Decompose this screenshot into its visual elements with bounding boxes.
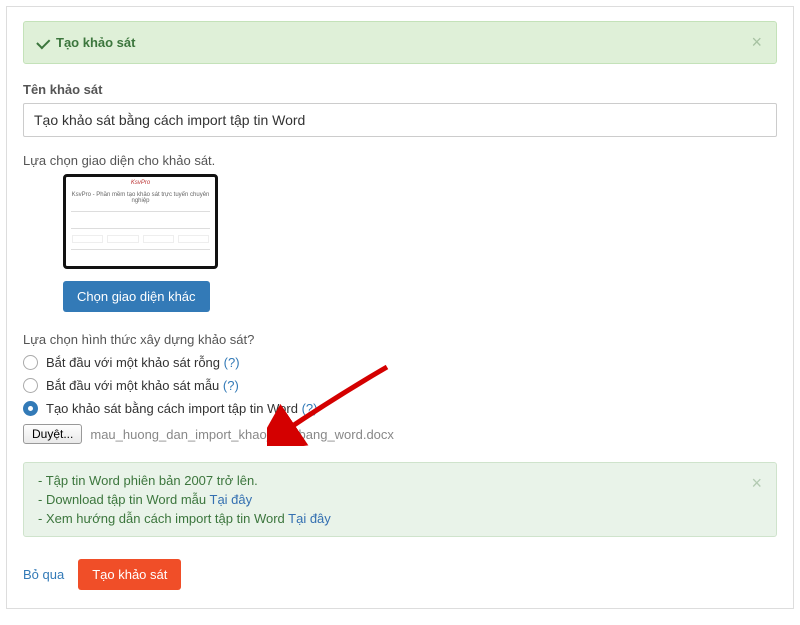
survey-name-input[interactable] (23, 103, 777, 137)
radio-template-survey[interactable] (23, 378, 38, 393)
info-line-3: - Xem hướng dẫn cách import tập tin Word… (38, 511, 331, 526)
alert-title: Tạo khảo sát (56, 35, 135, 50)
alert-success: Tạo khảo sát × (23, 21, 777, 64)
radio-empty-label: Bắt đầu với một khảo sát rỗng (?) (46, 355, 240, 370)
choose-template-button[interactable]: Chọn giao diện khác (63, 281, 210, 312)
create-survey-button[interactable]: Tạo khảo sát (78, 559, 181, 590)
radio-import-label: Tạo khảo sát bằng cách import tập tin Wo… (46, 401, 317, 416)
radio-empty-survey[interactable] (23, 355, 38, 370)
check-icon (36, 35, 50, 49)
browse-button[interactable]: Duyệt... (23, 424, 82, 444)
info-line-2: - Download tập tin Word mẫu Tại đây (38, 492, 331, 507)
radio-template-label: Bắt đầu với một khảo sát mẫu (?) (46, 378, 239, 393)
survey-name-label: Tên khảo sát (23, 82, 777, 97)
help-link-empty[interactable]: (?) (224, 355, 240, 370)
help-link-import[interactable]: (?) (302, 401, 318, 416)
info-line-1: - Tập tin Word phiên bản 2007 trở lên. (38, 473, 331, 488)
template-thumbnail[interactable]: KsvPro KsvPro - Phần mềm tạo khảo sát tr… (63, 174, 218, 269)
guide-link[interactable]: Tại đây (288, 511, 331, 526)
build-method-label: Lựa chọn hình thức xây dựng khảo sát? (23, 332, 777, 347)
download-sample-link[interactable]: Tại đây (210, 492, 253, 507)
thumb-title: KsvPro - Phần mềm tạo khảo sát trực tuyế… (66, 186, 215, 207)
help-link-template[interactable]: (?) (223, 378, 239, 393)
template-section-label: Lựa chọn giao diện cho khảo sát. (23, 153, 777, 168)
info-box: - Tập tin Word phiên bản 2007 trở lên. -… (23, 462, 777, 537)
thumb-brand: KsvPro (66, 177, 215, 186)
radio-import-word[interactable] (23, 401, 38, 416)
skip-link[interactable]: Bỏ qua (23, 567, 64, 582)
selected-filename: mau_huong_dan_import_khao_sat_bang_word.… (90, 427, 394, 442)
alert-close-icon[interactable]: × (751, 32, 762, 53)
info-close-icon[interactable]: × (751, 473, 762, 494)
